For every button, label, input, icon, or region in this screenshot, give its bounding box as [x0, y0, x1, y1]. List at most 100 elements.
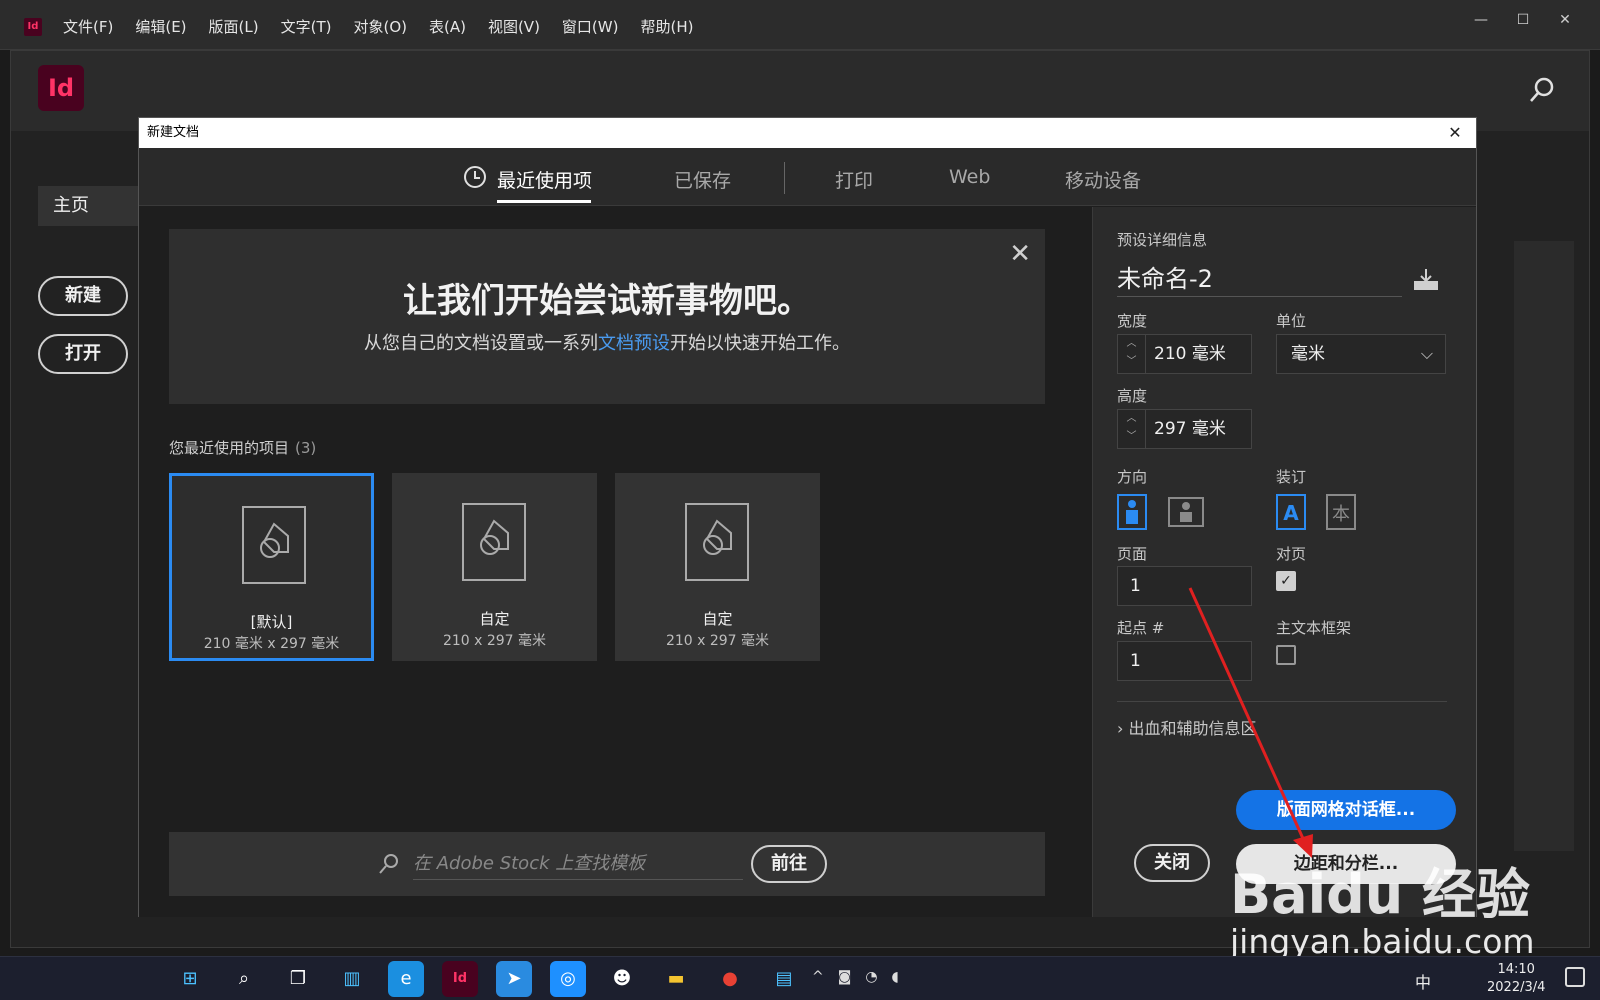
recent-count: (3)	[295, 439, 317, 457]
start-page-field[interactable]: 1	[1117, 641, 1252, 681]
portrait-icon[interactable]	[1117, 494, 1147, 530]
tab-print[interactable]: 打印	[835, 166, 873, 193]
menu-list: 文件(F) 编辑(E) 版面(L) 文字(T) 对象(O) 表(A) 视图(V)…	[63, 16, 693, 37]
document-icon	[685, 503, 749, 581]
recent-item-custom-2[interactable]: 自定 210 x 297 毫米	[615, 473, 820, 661]
width-field[interactable]: ︿ ﹀ 210 毫米	[1117, 334, 1252, 374]
facing-pages-checkbox[interactable]: ✓	[1276, 571, 1296, 591]
menu-window[interactable]: 窗口(W)	[562, 16, 619, 37]
notification-icon[interactable]	[1565, 967, 1585, 987]
preset-tabs: 最近使用项 已保存 打印 Web 移动设备	[139, 148, 1476, 206]
menu-view[interactable]: 视图(V)	[488, 16, 540, 37]
tab-divider	[784, 162, 785, 194]
chrome-icon[interactable]: ●	[712, 961, 748, 997]
indesign-app-icon[interactable]: Id	[24, 18, 42, 36]
promo-banner: ✕ 让我们开始尝试新事物吧。 从您自己的文档设置或一系列文档预设开始以快速开始工…	[169, 229, 1045, 404]
menu-file[interactable]: 文件(F)	[63, 16, 113, 37]
divider	[1117, 701, 1447, 702]
svg-text:本: 本	[1332, 504, 1350, 525]
promo-heading: 让我们开始尝试新事物吧。	[403, 281, 811, 321]
go-button[interactable]: 前往	[751, 845, 827, 883]
close-icon[interactable]: ✕	[1550, 10, 1580, 30]
search-icon[interactable]	[1527, 75, 1557, 105]
active-tab-indicator	[497, 200, 591, 203]
binding-right-icon[interactable]: 本	[1326, 494, 1356, 530]
file-explorer-icon[interactable]: ▬	[658, 961, 694, 997]
close-button[interactable]: 关闭	[1134, 844, 1210, 882]
save-preset-icon[interactable]	[1413, 267, 1439, 291]
new-document-dialog: 新建文档 ✕ 最近使用项 已保存 打印 Web 移动设备 ✕ 让我们开始尝试新事…	[138, 117, 1477, 917]
width-label: 宽度	[1117, 312, 1148, 330]
bleed-slug-label: 出血和辅助信息区	[1128, 719, 1257, 738]
unit-value: 毫米	[1291, 344, 1325, 364]
document-presets-link[interactable]: 文档预设	[598, 333, 670, 354]
menu-help[interactable]: 帮助(H)	[640, 16, 693, 37]
qq-icon[interactable]: ☻	[604, 961, 640, 997]
indesign-taskbar-icon[interactable]: Id	[442, 961, 478, 997]
task-view-icon[interactable]: ❐	[280, 961, 316, 997]
start-icon[interactable]: ⊞	[172, 961, 208, 997]
ime-indicator[interactable]: 中	[1415, 969, 1431, 993]
watermark-logo: Baidu 经验	[1230, 863, 1531, 926]
item-name: 自定	[479, 610, 510, 628]
preset-details-title: 预设详细信息	[1117, 231, 1208, 249]
tab-saved[interactable]: 已保存	[674, 166, 731, 193]
recent-items-list: [默认] 210 毫米 x 297 毫米 自定 210 x 297 毫米 自定 …	[169, 473, 820, 661]
promo-text: 从您自己的文档设置或一系列文档预设开始以快速开始工作。	[169, 329, 1045, 355]
edge-icon[interactable]: e	[388, 961, 424, 997]
tab-mobile[interactable]: 移动设备	[1065, 166, 1141, 193]
preset-details-pane: 预设详细信息 未命名-2 宽度 ︿ ﹀ 210 毫米 单位 毫米 ⌵ 高度 ︿ ﹀ …	[1092, 207, 1476, 917]
layout-grid-button[interactable]: 版面网格对话框...	[1236, 790, 1456, 830]
open-button[interactable]: 打开	[38, 334, 128, 374]
binding-left-icon[interactable]: A	[1276, 494, 1306, 530]
promo-close-icon[interactable]: ✕	[1009, 239, 1031, 269]
chevron-down-icon: ⌵	[1420, 344, 1433, 363]
width-stepper-icon[interactable]: ︿ ﹀	[1118, 335, 1146, 373]
height-stepper-icon[interactable]: ︿ ﹀	[1118, 410, 1146, 448]
landscape-icon[interactable]	[1168, 494, 1204, 530]
dialog-close-icon[interactable]: ✕	[1444, 122, 1466, 144]
recent-title-text: 您最近使用的项目	[169, 439, 290, 457]
tab-recent[interactable]: 最近使用项	[497, 166, 592, 193]
menu-table[interactable]: 表(A)	[429, 16, 466, 37]
wifi-icon[interactable]: ◔	[865, 969, 877, 985]
item-size: 210 毫米 x 297 毫米	[203, 636, 340, 652]
height-label: 高度	[1117, 387, 1148, 405]
recent-item-custom-1[interactable]: 自定 210 x 297 毫米	[392, 473, 597, 661]
menu-edit[interactable]: 编辑(E)	[135, 16, 186, 37]
tab-web[interactable]: Web	[949, 166, 990, 188]
menu-object[interactable]: 对象(O)	[353, 16, 407, 37]
stock-search-input[interactable]	[413, 848, 743, 880]
date: 2022/3/4	[1487, 980, 1546, 995]
document-icon	[242, 506, 306, 584]
item-name: 自定	[702, 610, 733, 628]
minimize-icon[interactable]: —	[1466, 10, 1496, 30]
facing-pages-label: 对页	[1276, 545, 1307, 563]
unit-select[interactable]: 毫米 ⌵	[1276, 334, 1446, 374]
home-tab[interactable]: 主页	[38, 186, 148, 226]
notepad-icon[interactable]: ▤	[766, 961, 802, 997]
maximize-icon[interactable]: ☐	[1508, 10, 1538, 30]
primary-text-frame-checkbox[interactable]	[1276, 645, 1296, 665]
menu-layout[interactable]: 版面(L)	[209, 16, 259, 37]
menu-type[interactable]: 文字(T)	[281, 16, 332, 37]
promo-text-before: 从您自己的文档设置或一系列	[364, 333, 598, 354]
height-field[interactable]: ︿ ﹀ 297 毫米	[1117, 409, 1252, 449]
unit-label: 单位	[1276, 312, 1307, 330]
document-name-field[interactable]: 未命名-2	[1117, 261, 1402, 297]
start-page-label: 起点 #	[1117, 619, 1165, 637]
item-name: [默认]	[250, 613, 293, 631]
camera-icon[interactable]: ◙	[838, 969, 852, 985]
pages-field[interactable]: 1	[1117, 566, 1252, 606]
bleed-slug-toggle[interactable]: › 出血和辅助信息区	[1117, 715, 1257, 739]
browser-icon[interactable]: ◎	[550, 961, 586, 997]
recent-item-default[interactable]: [默认] 210 毫米 x 297 毫米	[169, 473, 374, 661]
chevron-up-icon[interactable]: ^	[812, 969, 824, 985]
feishu-icon[interactable]: ➤	[496, 961, 532, 997]
width-value: 210 毫米	[1154, 344, 1226, 364]
volume-icon[interactable]: ◖	[892, 969, 899, 985]
widgets-icon[interactable]: ▥	[334, 961, 370, 997]
search-icon[interactable]: ⌕	[226, 961, 262, 997]
new-button[interactable]: 新建	[38, 276, 128, 316]
clock[interactable]: 14:10 2022/3/4	[1487, 961, 1545, 997]
